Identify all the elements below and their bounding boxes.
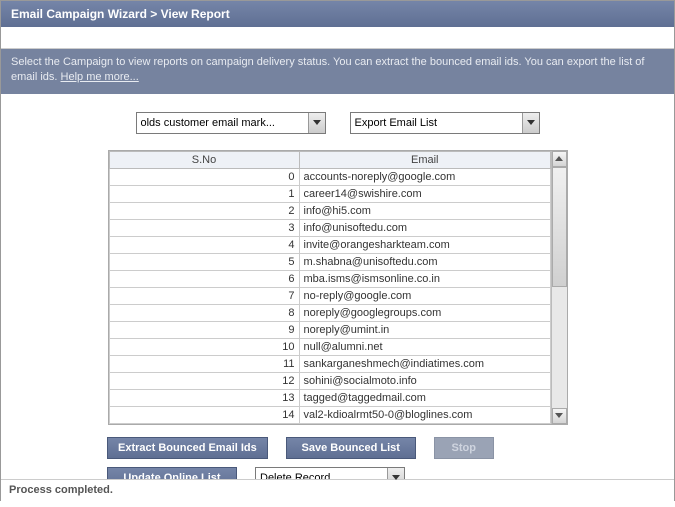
scroll-thumb[interactable] [552, 167, 566, 287]
cell-sno: 14 [109, 406, 299, 423]
cell-sno: 5 [109, 253, 299, 270]
cell-sno: 2 [109, 202, 299, 219]
cell-sno: 10 [109, 338, 299, 355]
table-row[interactable]: 0accounts-noreply@google.com [109, 168, 551, 185]
col-email: Email [299, 151, 551, 168]
extract-bounced-button[interactable]: Extract Bounced Email Ids [107, 437, 268, 459]
toolbar-spacer [1, 27, 674, 49]
vertical-scrollbar[interactable] [551, 151, 566, 424]
table-row[interactable]: 4invite@orangesharkteam.com [109, 236, 551, 253]
select-row: olds customer email mark... Export Email… [11, 112, 664, 134]
table-body: 0accounts-noreply@google.com1career14@sw… [109, 168, 551, 423]
cell-sno: 12 [109, 372, 299, 389]
campaign-select-wrap: olds customer email mark... [136, 112, 326, 134]
info-bar: Select the Campaign to view reports on c… [1, 49, 674, 94]
cell-sno: 4 [109, 236, 299, 253]
cell-sno: 0 [109, 168, 299, 185]
app-window: Email Campaign Wizard > View Report Sele… [0, 0, 675, 501]
cell-sno: 6 [109, 270, 299, 287]
table-row[interactable]: 6mba.isms@ismsonline.co.in [109, 270, 551, 287]
scroll-down-arrow-icon[interactable] [552, 408, 566, 424]
cell-email: career14@swishire.com [299, 185, 551, 202]
content-area: olds customer email mark... Export Email… [1, 94, 674, 507]
cell-email: sohini@socialmoto.info [299, 372, 551, 389]
cell-sno: 1 [109, 185, 299, 202]
table-row[interactable]: 13tagged@taggedmail.com [109, 389, 551, 406]
cell-email: sankarganeshmech@indiatimes.com [299, 355, 551, 372]
table-row[interactable]: 9noreply@umint.in [109, 321, 551, 338]
cell-email: noreply@googlegroups.com [299, 304, 551, 321]
table-row[interactable]: 7no-reply@google.com [109, 287, 551, 304]
email-table: S.No Email 0accounts-noreply@google.com1… [109, 151, 552, 424]
cell-email: info@hi5.com [299, 202, 551, 219]
table-row[interactable]: 10null@alumni.net [109, 338, 551, 355]
cell-email: accounts-noreply@google.com [299, 168, 551, 185]
title-bar: Email Campaign Wizard > View Report [1, 1, 674, 27]
status-text: Process completed. [9, 484, 113, 496]
table-row[interactable]: 11sankarganeshmech@indiatimes.com [109, 355, 551, 372]
table-row[interactable]: 8noreply@googlegroups.com [109, 304, 551, 321]
cell-sno: 13 [109, 389, 299, 406]
cell-email: val2-kdioalrmt50-0@bloglines.com [299, 406, 551, 423]
cell-sno: 8 [109, 304, 299, 321]
stop-button: Stop [434, 437, 494, 459]
cell-email: noreply@umint.in [299, 321, 551, 338]
table-row[interactable]: 1career14@swishire.com [109, 185, 551, 202]
cell-email: mba.isms@ismsonline.co.in [299, 270, 551, 287]
help-link[interactable]: Help me more... [61, 71, 139, 83]
table-row[interactable]: 5m.shabna@unisoftedu.com [109, 253, 551, 270]
cell-email: null@alumni.net [299, 338, 551, 355]
cell-sno: 9 [109, 321, 299, 338]
campaign-select[interactable]: olds customer email mark... [136, 112, 326, 134]
cell-email: m.shabna@unisoftedu.com [299, 253, 551, 270]
table-wrap: S.No Email 0accounts-noreply@google.com1… [108, 150, 568, 425]
scroll-up-arrow-icon[interactable] [552, 151, 566, 167]
export-select[interactable]: Export Email List [350, 112, 540, 134]
cell-sno: 3 [109, 219, 299, 236]
table-header-row: S.No Email [109, 151, 551, 168]
status-bar: Process completed. [1, 479, 674, 500]
cell-sno: 11 [109, 355, 299, 372]
export-select-wrap: Export Email List [350, 112, 540, 134]
col-sno: S.No [109, 151, 299, 168]
cell-email: tagged@taggedmail.com [299, 389, 551, 406]
table-row[interactable]: 2info@hi5.com [109, 202, 551, 219]
table-row[interactable]: 3info@unisoftedu.com [109, 219, 551, 236]
window-title: Email Campaign Wizard > View Report [11, 7, 230, 21]
save-bounced-button[interactable]: Save Bounced List [286, 437, 416, 459]
cell-sno: 7 [109, 287, 299, 304]
table-row[interactable]: 14val2-kdioalrmt50-0@bloglines.com [109, 406, 551, 423]
button-row-1: Extract Bounced Email Ids Save Bounced L… [107, 437, 664, 459]
cell-email: invite@orangesharkteam.com [299, 236, 551, 253]
cell-email: info@unisoftedu.com [299, 219, 551, 236]
cell-email: no-reply@google.com [299, 287, 551, 304]
table-row[interactable]: 12sohini@socialmoto.info [109, 372, 551, 389]
